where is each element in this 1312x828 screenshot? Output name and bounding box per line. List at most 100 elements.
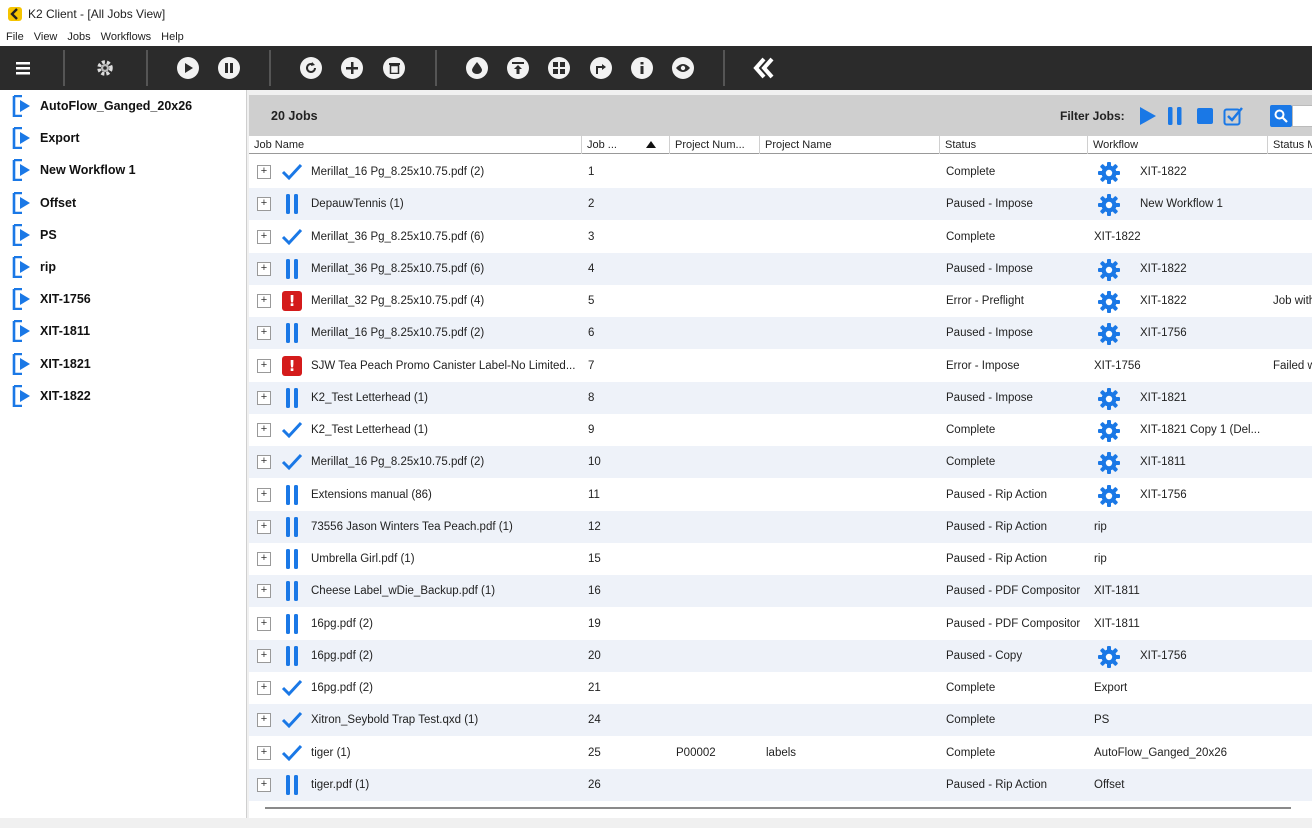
expand-row-button[interactable]: +: [257, 423, 271, 437]
info-icon[interactable]: [631, 57, 653, 79]
expand-row-button[interactable]: +: [257, 777, 271, 792]
expand-row-button[interactable]: +: [257, 197, 271, 212]
table-row[interactable]: + Umbrella Girl.pdf (1) 15 Paused - Rip Act…: [249, 543, 1312, 575]
menu-view[interactable]: View: [34, 31, 58, 43]
workflow-gear-icon[interactable]: [1097, 645, 1121, 669]
expand-row-button[interactable]: +: [257, 229, 271, 244]
workflow-gear-icon[interactable]: [1097, 322, 1121, 346]
sidebar-workflow-label: XIT-1822: [40, 388, 91, 403]
settings-gear-icon[interactable]: [94, 57, 116, 79]
column-status-message[interactable]: Status M: [1268, 136, 1312, 154]
job-number-cell: 12: [588, 520, 601, 533]
sidebar-workflow-item[interactable]: New Workflow 1: [12, 157, 136, 183]
job-name-cell: Umbrella Girl.pdf (1): [311, 553, 415, 565]
column-workflow[interactable]: Workflow: [1088, 136, 1268, 154]
expand-row-button[interactable]: +: [257, 584, 271, 599]
sidebar-workflow-item[interactable]: XIT-1822: [12, 383, 91, 409]
table-row[interactable]: + tiger (1) 25 P00002 labels Complete AutoFlow…: [249, 737, 1312, 769]
column-project-number[interactable]: Project Num...: [670, 136, 760, 154]
sidebar-workflow-item[interactable]: Export: [12, 125, 80, 151]
table-row[interactable]: +! Merillat_32 Pg_8.25x10.75.pdf (4) 5 Erro…: [249, 285, 1312, 317]
table-row[interactable]: + Extensions manual (86) 11 Paused - Rip Ac…: [249, 479, 1312, 511]
table-row[interactable]: + Merillat_36 Pg_8.25x10.75.pdf (6) 4 Pause…: [249, 252, 1312, 285]
table-row[interactable]: +73556 Jason Winters Tea Peach.pdf (1) 12…: [249, 510, 1312, 543]
table-row[interactable]: + Xitron_Seybold Trap Test.qxd (1) 24 Compl…: [249, 704, 1312, 737]
status-cell: Complete: [946, 714, 996, 727]
table-row[interactable]: + Cheese Label_wDie_Backup.pdf (1) 16 Pause…: [249, 575, 1312, 608]
preview-eye-icon[interactable]: [672, 57, 694, 79]
expand-row-button[interactable]: +: [257, 326, 271, 341]
table-row[interactable]: + Merillat_16 Pg_8.25x10.75.pdf (2) 10 Comp…: [249, 446, 1312, 479]
expand-row-button[interactable]: +: [257, 713, 271, 728]
expand-row-button[interactable]: +: [257, 681, 271, 695]
workflow-gear-icon[interactable]: [1097, 258, 1121, 282]
expand-row-button[interactable]: +: [257, 519, 271, 534]
sidebar-workflow-item[interactable]: XIT-1811: [12, 318, 90, 344]
expand-row-button[interactable]: +: [257, 455, 271, 470]
pause-icon[interactable]: [218, 57, 240, 79]
expand-row-button[interactable]: +: [257, 487, 271, 502]
add-icon[interactable]: [341, 57, 363, 79]
table-row[interactable]: +16pg.pdf (2) 19 Paused - PDF Compositor XI…: [249, 608, 1312, 640]
workflow-gear-icon[interactable]: [1097, 290, 1121, 314]
expand-row-button[interactable]: +: [257, 294, 271, 308]
menu-jobs[interactable]: Jobs: [67, 31, 90, 43]
table-row[interactable]: +! SJW Tea Peach Promo Canister Label-No …: [249, 350, 1312, 382]
workflow-cell: XIT-1756: [1140, 327, 1187, 340]
column-job-name[interactable]: Job Name: [249, 136, 582, 154]
table-row[interactable]: + DepauwTennis (1) 2 Paused - Impose New Wor…: [249, 188, 1312, 221]
table-row[interactable]: + Merillat_36 Pg_8.25x10.75.pdf (6) 3 Compl…: [249, 221, 1312, 253]
menu-workflows[interactable]: Workflows: [101, 31, 152, 43]
filter-stopped-icon[interactable]: [1195, 106, 1215, 126]
column-job-number[interactable]: Job ...: [582, 136, 670, 154]
filter-running-icon[interactable]: [1137, 106, 1157, 126]
filter-complete-icon[interactable]: [1223, 106, 1243, 126]
expand-row-button[interactable]: +: [257, 390, 271, 405]
menu-icon[interactable]: [12, 57, 34, 79]
workflow-gear-icon[interactable]: [1097, 161, 1121, 185]
workflow-gear-icon[interactable]: [1097, 419, 1121, 443]
expand-row-button[interactable]: +: [257, 616, 271, 631]
table-row[interactable]: + Merillat_16 Pg_8.25x10.75.pdf (2) 1 Compl…: [249, 156, 1312, 188]
search-icon[interactable]: [1270, 105, 1292, 127]
workflow-gear-icon[interactable]: [1097, 387, 1121, 411]
search-input[interactable]: [1292, 105, 1312, 127]
ink-drop-icon[interactable]: [466, 57, 488, 79]
horizontal-scrollbar[interactable]: [265, 807, 1291, 809]
table-row[interactable]: + tiger.pdf (1) 26 Paused - Rip Action Offse…: [249, 768, 1312, 801]
column-status[interactable]: Status: [940, 136, 1088, 154]
sidebar-workflow-item[interactable]: AutoFlow_Ganged_20x26: [12, 93, 192, 119]
table-row[interactable]: +16pg.pdf (2) 20 Paused - Copy XIT-1756: [249, 639, 1312, 672]
table-row[interactable]: + K2_Test Letterhead (1) 8 Paused - Impose X…: [249, 381, 1312, 414]
workflow-gear-icon[interactable]: [1097, 451, 1121, 475]
expand-row-button[interactable]: +: [257, 648, 271, 663]
grid-icon[interactable]: [548, 57, 570, 79]
menu-file[interactable]: File: [6, 31, 24, 43]
delete-icon[interactable]: [383, 57, 405, 79]
align-top-icon[interactable]: [507, 57, 529, 79]
sidebar-workflow-item[interactable]: rip: [12, 254, 56, 280]
expand-row-button[interactable]: +: [257, 358, 271, 373]
workflow-gear-icon[interactable]: [1097, 484, 1121, 508]
workflow-cell: XIT-1811: [1094, 585, 1140, 598]
expand-row-button[interactable]: +: [257, 745, 271, 760]
expand-row-button[interactable]: +: [257, 552, 271, 566]
table-row[interactable]: + K2_Test Letterhead (1) 9 Complete XIT-1821…: [249, 414, 1312, 446]
sidebar-workflow-item[interactable]: Offset: [12, 190, 76, 216]
expand-row-button[interactable]: +: [257, 165, 271, 179]
table-row[interactable]: +16pg.pdf (2) 21 Complete Export: [249, 672, 1312, 704]
expand-row-button[interactable]: +: [257, 261, 271, 276]
sidebar-workflow-item[interactable]: XIT-1756: [12, 286, 91, 312]
column-project-name[interactable]: Project Name: [760, 136, 940, 154]
menu-help[interactable]: Help: [161, 31, 184, 43]
refresh-icon[interactable]: [300, 57, 322, 79]
filter-paused-icon[interactable]: [1165, 106, 1185, 126]
redirect-icon[interactable]: [590, 57, 612, 79]
sidebar-workflow-label: New Workflow 1: [40, 163, 136, 178]
workflow-gear-icon[interactable]: [1097, 193, 1121, 217]
table-row[interactable]: + Merillat_16 Pg_8.25x10.75.pdf (2) 6 Pause…: [249, 317, 1312, 350]
status-message-cell: [1273, 575, 1312, 607]
sidebar-workflow-item[interactable]: XIT-1821: [12, 351, 91, 377]
sidebar-workflow-item[interactable]: PS: [12, 222, 57, 248]
play-icon[interactable]: [177, 57, 199, 79]
